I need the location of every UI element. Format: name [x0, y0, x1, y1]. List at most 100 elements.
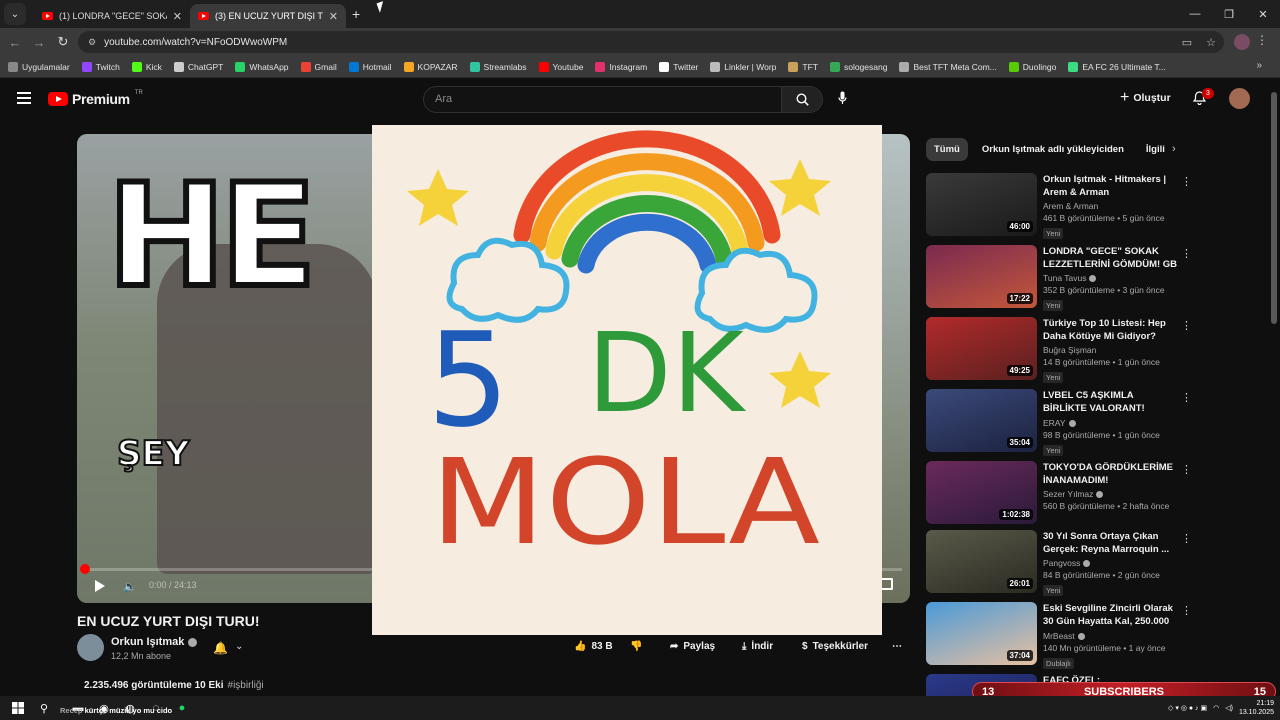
back-icon[interactable]: ← [3, 35, 27, 50]
clock[interactable]: 21:19 13.10.2025 [1239, 699, 1274, 717]
create-button[interactable]: + Oluştur [1120, 89, 1171, 107]
bookmark-item[interactable]: WhatsApp [235, 61, 289, 72]
search-button[interactable] [781, 86, 823, 113]
taskbar-search-icon[interactable]: ⚲ [36, 700, 52, 716]
like-button[interactable]: 👍 83 B [574, 641, 613, 652]
browser-menu-icon[interactable]: ⋮ [1256, 33, 1268, 47]
bookmark-item[interactable]: Twitter [659, 61, 698, 72]
restore-icon[interactable]: ❐ [1212, 0, 1246, 28]
bookmark-item[interactable]: sologesang [829, 61, 887, 72]
hashtag[interactable]: #işbirliği [228, 680, 264, 691]
address-bar[interactable]: ⚙ youtube.com/watch?v=NFoODWwoWPM ▭ ☆ [78, 31, 1224, 53]
more-options-icon[interactable]: ⋮ [1181, 247, 1192, 260]
site-info-icon[interactable]: ⚙ [88, 37, 96, 48]
video-thumbnail[interactable]: 37:04 [926, 602, 1037, 665]
play-icon[interactable] [95, 580, 105, 592]
chip-related[interactable]: İlgili [1138, 138, 1173, 161]
bookmark-item[interactable]: TFT [788, 61, 818, 72]
bookmark-item[interactable]: Gmail [300, 61, 337, 72]
bookmark-item[interactable]: Streamlabs [469, 61, 527, 72]
bookmark-item[interactable]: Hotmail [348, 61, 392, 72]
video-thumbnail[interactable]: 26:01 [926, 530, 1037, 593]
profile-avatar[interactable] [1234, 34, 1250, 50]
page-scrollbar[interactable] [1271, 92, 1277, 324]
close-tab-icon[interactable]: ✕ [329, 10, 338, 23]
mic-icon[interactable] [838, 91, 847, 108]
more-options-icon[interactable]: ⋮ [1181, 175, 1192, 188]
menu-icon[interactable] [17, 92, 31, 107]
recommended-title[interactable]: Türkiye Top 10 Listesi: Hep Daha Kötüye … [1043, 317, 1178, 343]
recommended-title[interactable]: LONDRA "GECE" SOKAK LEZZETLERİNİ GÖMDÜM!… [1043, 245, 1178, 271]
browser-tab[interactable]: (1) LONDRA "GECE" SOKAK LEZ ✕ [34, 4, 190, 28]
recommended-title[interactable]: 30 Yıl Sonra Ortaya Çıkan Gerçek: Reyna … [1043, 530, 1178, 556]
recommended-channel[interactable]: ERAY [1043, 418, 1066, 428]
volume-icon[interactable]: 🔈 [123, 580, 137, 593]
dislike-button[interactable]: 👎 [630, 641, 642, 652]
recommended-video[interactable]: 35:04 LVBEL C5 AŞKIMLA BİRLİKTE VALORANT!… [926, 389, 1192, 456]
recommended-title[interactable]: Orkun Işıtmak - Hitmakers | Arem & Arman [1043, 173, 1178, 199]
bookmark-item[interactable]: KOPAZAR [403, 61, 458, 72]
more-options-icon[interactable]: ⋮ [1181, 604, 1192, 617]
subscribe-bell-icon[interactable]: 🔔 [213, 641, 228, 655]
bookmark-star-icon[interactable]: ☆ [1206, 36, 1216, 49]
progress-scrubber[interactable] [80, 564, 90, 574]
bookmark-item[interactable]: Kick [131, 61, 162, 72]
recommended-channel[interactable]: Arem & Arman [1043, 201, 1098, 211]
wifi-icon[interactable]: ◠ [1213, 704, 1219, 712]
chevron-right-icon[interactable]: › [1172, 143, 1176, 155]
bookmark-item[interactable]: Linkler | Worp [710, 61, 776, 72]
bookmarks-overflow-icon[interactable]: » [1256, 60, 1262, 71]
chip-from-uploader[interactable]: Orkun Işıtmak adlı yükleyiciden [974, 138, 1132, 161]
video-thumbnail[interactable]: 49:25 [926, 317, 1037, 380]
recommended-title[interactable]: LVBEL C5 AŞKIMLA BİRLİKTE VALORANT! @LVB… [1043, 389, 1178, 416]
recommended-video[interactable]: 46:00 Orkun Işıtmak - Hitmakers | Arem & … [926, 173, 1192, 239]
recommended-video[interactable]: 17:22 LONDRA "GECE" SOKAK LEZZETLERİNİ GÖ… [926, 245, 1192, 311]
bookmark-item[interactable]: Duolingo [1008, 61, 1056, 72]
recommended-video[interactable]: 49:25 Türkiye Top 10 Listesi: Hep Daha Kö… [926, 317, 1192, 383]
volume-tray-icon[interactable]: ◁) [1225, 704, 1233, 712]
video-thumbnail[interactable]: 46:00 [926, 173, 1037, 236]
more-options-icon[interactable]: ⋮ [1181, 532, 1192, 545]
bookmark-item[interactable]: ChatGPT [173, 61, 223, 72]
search-input[interactable]: Ara [423, 86, 782, 113]
chevron-down-icon[interactable]: ⌄ [235, 641, 243, 652]
close-tab-icon[interactable]: ✕ [173, 10, 182, 23]
reload-icon[interactable]: ↻ [51, 34, 75, 50]
bookmark-item[interactable]: Youtube [538, 61, 583, 72]
bookmark-item[interactable]: Instagram [595, 61, 647, 72]
channel-name-row[interactable]: Orkun Işıtmak [111, 636, 198, 648]
recommended-title[interactable]: TOKYO'DA GÖRDÜKLERİME İNANAMADIM! [1043, 461, 1178, 487]
forward-icon[interactable]: → [27, 35, 51, 50]
video-thumbnail[interactable]: 35:04 [926, 389, 1037, 452]
close-window-icon[interactable]: ✕ [1246, 0, 1280, 28]
bookmark-item[interactable]: Uygulamalar [8, 61, 70, 72]
channel-name[interactable]: Orkun Işıtmak [111, 636, 184, 648]
video-thumbnail[interactable]: 17:22 [926, 245, 1037, 308]
recommended-channel[interactable]: Buğra Şişman [1043, 345, 1096, 355]
chip-all[interactable]: Tümü [926, 138, 968, 161]
video-thumbnail[interactable]: 1:02:38 [926, 461, 1037, 524]
recommended-video[interactable]: 26:01 30 Yıl Sonra Ortaya Çıkan Gerçek: R… [926, 530, 1192, 596]
thanks-button[interactable]: $ Teşekkürler [802, 641, 868, 652]
new-tab-button[interactable]: + [352, 6, 360, 22]
recommended-video[interactable]: 1:02:38 TOKYO'DA GÖRDÜKLERİME İNANAMADIM!… [926, 461, 1192, 525]
youtube-logo[interactable]: Premium TR [48, 90, 143, 107]
recommended-video[interactable]: 37:04 Eski Sevgiline Zincirli Olarak 30 G… [926, 602, 1192, 669]
spotify-icon[interactable]: ● [174, 700, 190, 716]
video-meta-line[interactable]: 2.235.496 görüntüleme 10 Eki #işbirliği [84, 680, 264, 691]
share-button[interactable]: ➦ Paylaş [670, 641, 715, 652]
recommended-channel[interactable]: Pangvoss [1043, 558, 1080, 568]
recommended-title[interactable]: Eski Sevgiline Zincirli Olarak 30 Gün Ha… [1043, 602, 1178, 629]
tab-search-button[interactable]: ⌄ [4, 3, 26, 25]
bookmark-item[interactable]: Twitch [81, 61, 120, 72]
recommended-channel[interactable]: Tuna Tavus [1043, 273, 1086, 283]
tray-icons[interactable]: ◇ ▾ ◎ ● ♪ ▣ [1168, 704, 1207, 712]
bookmark-item[interactable]: EA FC 26 Ultimate T... [1068, 61, 1166, 72]
account-avatar[interactable] [1229, 88, 1250, 109]
recommended-channel[interactable]: MrBeast [1043, 631, 1075, 641]
channel-avatar[interactable] [77, 634, 104, 661]
more-options-icon[interactable]: ⋮ [1181, 463, 1192, 476]
windows-start-icon[interactable] [10, 700, 26, 716]
more-actions-icon[interactable]: ⋯ [892, 641, 902, 652]
more-options-icon[interactable]: ⋮ [1181, 391, 1192, 404]
